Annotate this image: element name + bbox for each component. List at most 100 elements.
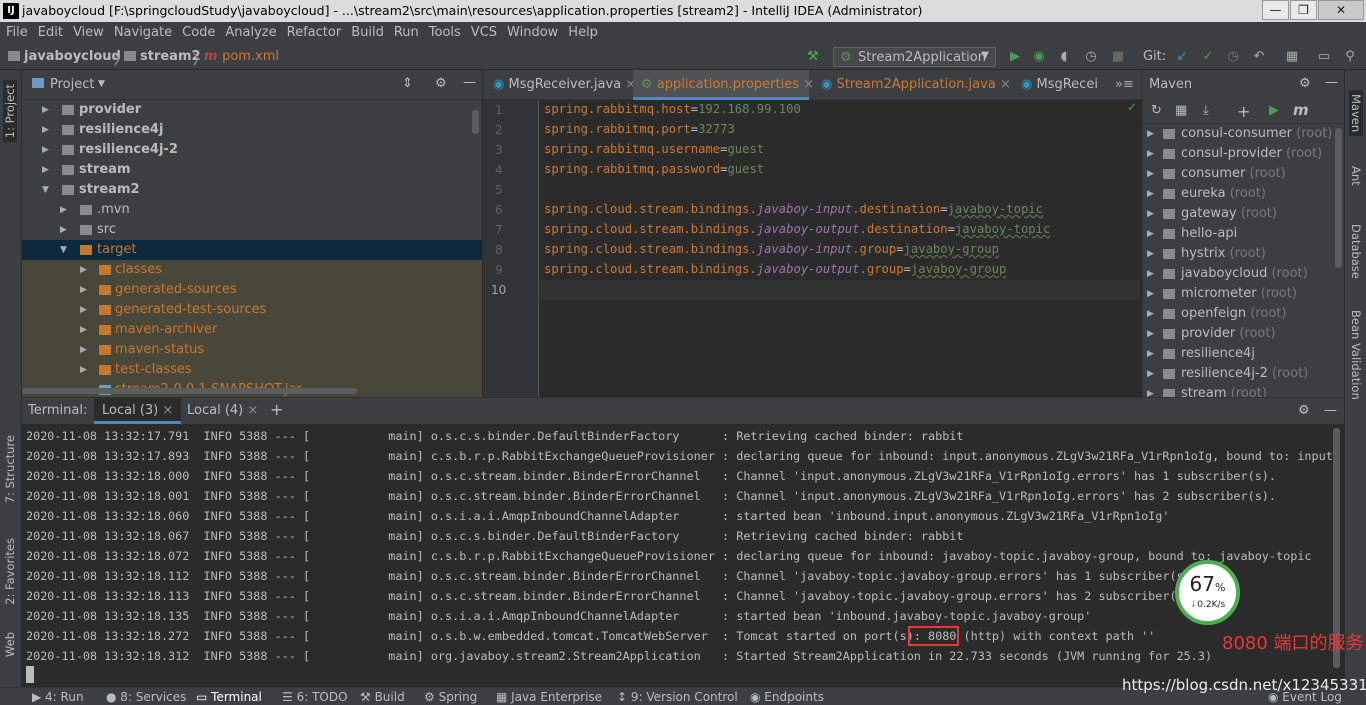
chevron-right-icon[interactable]: ▶ [1147, 364, 1154, 384]
menu-tools[interactable]: Tools [423, 22, 465, 40]
code-line-4[interactable]: spring.rabbitmq.password=guest [544, 162, 764, 176]
chevron-right-icon[interactable]: ▶ [1147, 224, 1154, 244]
menu-vcs[interactable]: VCS [465, 22, 501, 40]
tree-item-resilience4j[interactable]: ▶ resilience4j [22, 120, 482, 140]
tool-ant-tab[interactable]: Ant [1349, 166, 1363, 186]
terminal-cursor[interactable] [26, 666, 34, 683]
debug-icon[interactable]: ◉ [1031, 49, 1047, 65]
add-icon[interactable]: + [1237, 102, 1250, 121]
tool-project-tab[interactable]: 1: Project [3, 80, 17, 143]
chevron-right-icon[interactable]: ▶ [60, 200, 67, 220]
tab-application-properties[interactable]: ⚙ application.properties × [633, 70, 814, 100]
menu-navigate[interactable]: Navigate [108, 22, 176, 40]
tool-bean-validation-tab[interactable]: Bean Validation [1349, 310, 1363, 400]
project-structure-icon[interactable]: ▦ [1284, 49, 1300, 65]
terminal-tab-local-3[interactable]: Local (3) × [94, 398, 182, 424]
status-services[interactable]: ● 8: Services [106, 690, 186, 704]
close-icon[interactable]: ✕ [1318, 0, 1364, 20]
gear-icon[interactable]: ⚙ [1298, 403, 1310, 418]
maven-item[interactable]: ▶ provider (root) [1143, 324, 1343, 344]
code-line-2[interactable]: spring.rabbitmq.port=32773 [544, 122, 735, 136]
maven-item[interactable]: ▶ hystrix (root) [1143, 244, 1343, 264]
code-line-7[interactable]: spring.cloud.stream.bindings.javaboy-out… [544, 222, 1050, 236]
minimize-icon[interactable]: — [1262, 0, 1289, 20]
run-configuration-select[interactable]: ⚙ Stream2Application ▼ [833, 47, 996, 67]
menu-analyze[interactable]: Analyze [219, 22, 280, 40]
chevron-right-icon[interactable]: ▶ [80, 300, 87, 320]
chevron-right-icon[interactable]: ▶ [80, 320, 87, 340]
code-line-8[interactable]: spring.cloud.stream.bindings.javaboy-inp… [544, 242, 999, 256]
chevron-right-icon[interactable]: ▶ [1147, 284, 1154, 304]
maven-item[interactable]: ▶ gateway (root) [1143, 204, 1343, 224]
menu-file[interactable]: File [0, 22, 32, 40]
run-icon[interactable]: ▶ [1269, 103, 1279, 118]
tool-maven-tab[interactable]: Maven [1349, 90, 1363, 137]
hide-panel-icon[interactable]: — [1325, 75, 1338, 90]
chevron-right-icon[interactable]: ▶ [42, 100, 49, 120]
tree-item-generated-sources[interactable]: ▶ generated-sources [22, 280, 482, 300]
maven-item[interactable]: ▶ micrometer (root) [1143, 284, 1343, 304]
menu-edit[interactable]: Edit [32, 22, 67, 40]
run-icon[interactable]: ▶ [1007, 49, 1023, 65]
tool-favorites-tab[interactable]: 2: Favorites [3, 538, 17, 605]
profile-icon[interactable]: ◷ [1083, 49, 1099, 65]
status-spring[interactable]: ⚙ Spring [424, 690, 477, 704]
project-view-select[interactable]: Project [50, 77, 94, 92]
search-icon[interactable]: ⚲ [1342, 49, 1358, 65]
tree-item-test-classes[interactable]: ▶ test-classes [22, 360, 482, 380]
breadcrumb-module[interactable]: stream2 [124, 49, 201, 64]
tree-item-maven-status[interactable]: ▶ maven-status [22, 340, 482, 360]
project-scrollbar[interactable] [472, 110, 479, 134]
close-icon[interactable]: × [799, 77, 814, 92]
menu-refactor[interactable]: Refactor [281, 22, 346, 40]
breadcrumb-file[interactable]: m pom.xml [204, 49, 279, 64]
tool-database-tab[interactable]: Database [1349, 224, 1363, 279]
chevron-right-icon[interactable]: ▶ [80, 260, 87, 280]
maven-goal-icon[interactable]: m [1293, 101, 1309, 119]
build-hammer-icon[interactable]: ⚒ [805, 49, 821, 65]
stop-icon[interactable]: ■ [1110, 49, 1126, 65]
close-icon[interactable]: × [158, 403, 173, 418]
chevron-right-icon[interactable]: ▶ [80, 360, 87, 380]
chevron-right-icon[interactable]: ▶ [1147, 244, 1154, 264]
tab-overflow-icon[interactable]: »≡ [1115, 70, 1134, 100]
chevron-right-icon[interactable]: ▶ [1147, 344, 1154, 364]
status-run[interactable]: ▶ 4: Run [32, 690, 84, 704]
tool-web-tab[interactable]: Web [3, 632, 17, 657]
git-update-icon[interactable]: ↙ [1174, 49, 1190, 65]
chevron-right-icon[interactable]: ▶ [80, 340, 87, 360]
reload-icon[interactable]: ↻ [1151, 103, 1162, 118]
menu-code[interactable]: Code [176, 22, 219, 40]
chevron-right-icon[interactable]: ▶ [1147, 164, 1154, 184]
tree-item-stream2[interactable]: ▼ stream2 [22, 180, 482, 200]
tree-item-classes[interactable]: ▶ classes [22, 260, 482, 280]
generate-sources-icon[interactable]: ▦ [1175, 103, 1187, 118]
git-history-icon[interactable]: ◷ [1225, 49, 1241, 65]
maven-item[interactable]: ▶ eureka (root) [1143, 184, 1343, 204]
maven-item[interactable]: ▶ resilience4j [1143, 344, 1343, 364]
maven-item[interactable]: ▶ openfeign (root) [1143, 304, 1343, 324]
tree-item-src[interactable]: ▶ src [22, 220, 482, 240]
chevron-right-icon[interactable]: ▶ [1147, 304, 1154, 324]
chevron-right-icon[interactable]: ▶ [1147, 204, 1154, 224]
tree-item-maven-archiver[interactable]: ▶ maven-archiver [22, 320, 482, 340]
status-terminal[interactable]: ▭ Terminal [196, 690, 262, 704]
chevron-right-icon[interactable]: ▶ [1147, 264, 1154, 284]
menu-help[interactable]: Help [562, 22, 602, 40]
chevron-right-icon[interactable]: ▶ [1147, 324, 1154, 344]
menu-build[interactable]: Build [345, 22, 388, 40]
tab-msgrecei[interactable]: ◉ MsgRecei [1013, 70, 1113, 100]
chevron-right-icon[interactable]: ▶ [42, 120, 49, 140]
menu-window[interactable]: Window [501, 22, 562, 40]
chevron-right-icon[interactable]: ▶ [1147, 184, 1154, 204]
close-icon[interactable]: × [243, 403, 258, 418]
terminal-tab-local-4[interactable]: Local (4) × [187, 403, 258, 418]
gear-icon[interactable]: ⚙ [435, 76, 447, 91]
maven-item[interactable]: ▶ stream (root) [1143, 384, 1343, 397]
maven-item[interactable]: ▶ consul-provider (root) [1143, 144, 1343, 164]
code-line-6[interactable]: spring.cloud.stream.bindings.javaboy-inp… [544, 202, 1043, 216]
chevron-down-icon[interactable]: ▼ [42, 180, 49, 200]
status-version-control[interactable]: ↕ 9: Version Control [617, 690, 738, 704]
maven-item[interactable]: ▶ hello-api [1143, 224, 1343, 244]
maven-item[interactable]: ▶ consul-consumer (root) [1143, 124, 1343, 144]
